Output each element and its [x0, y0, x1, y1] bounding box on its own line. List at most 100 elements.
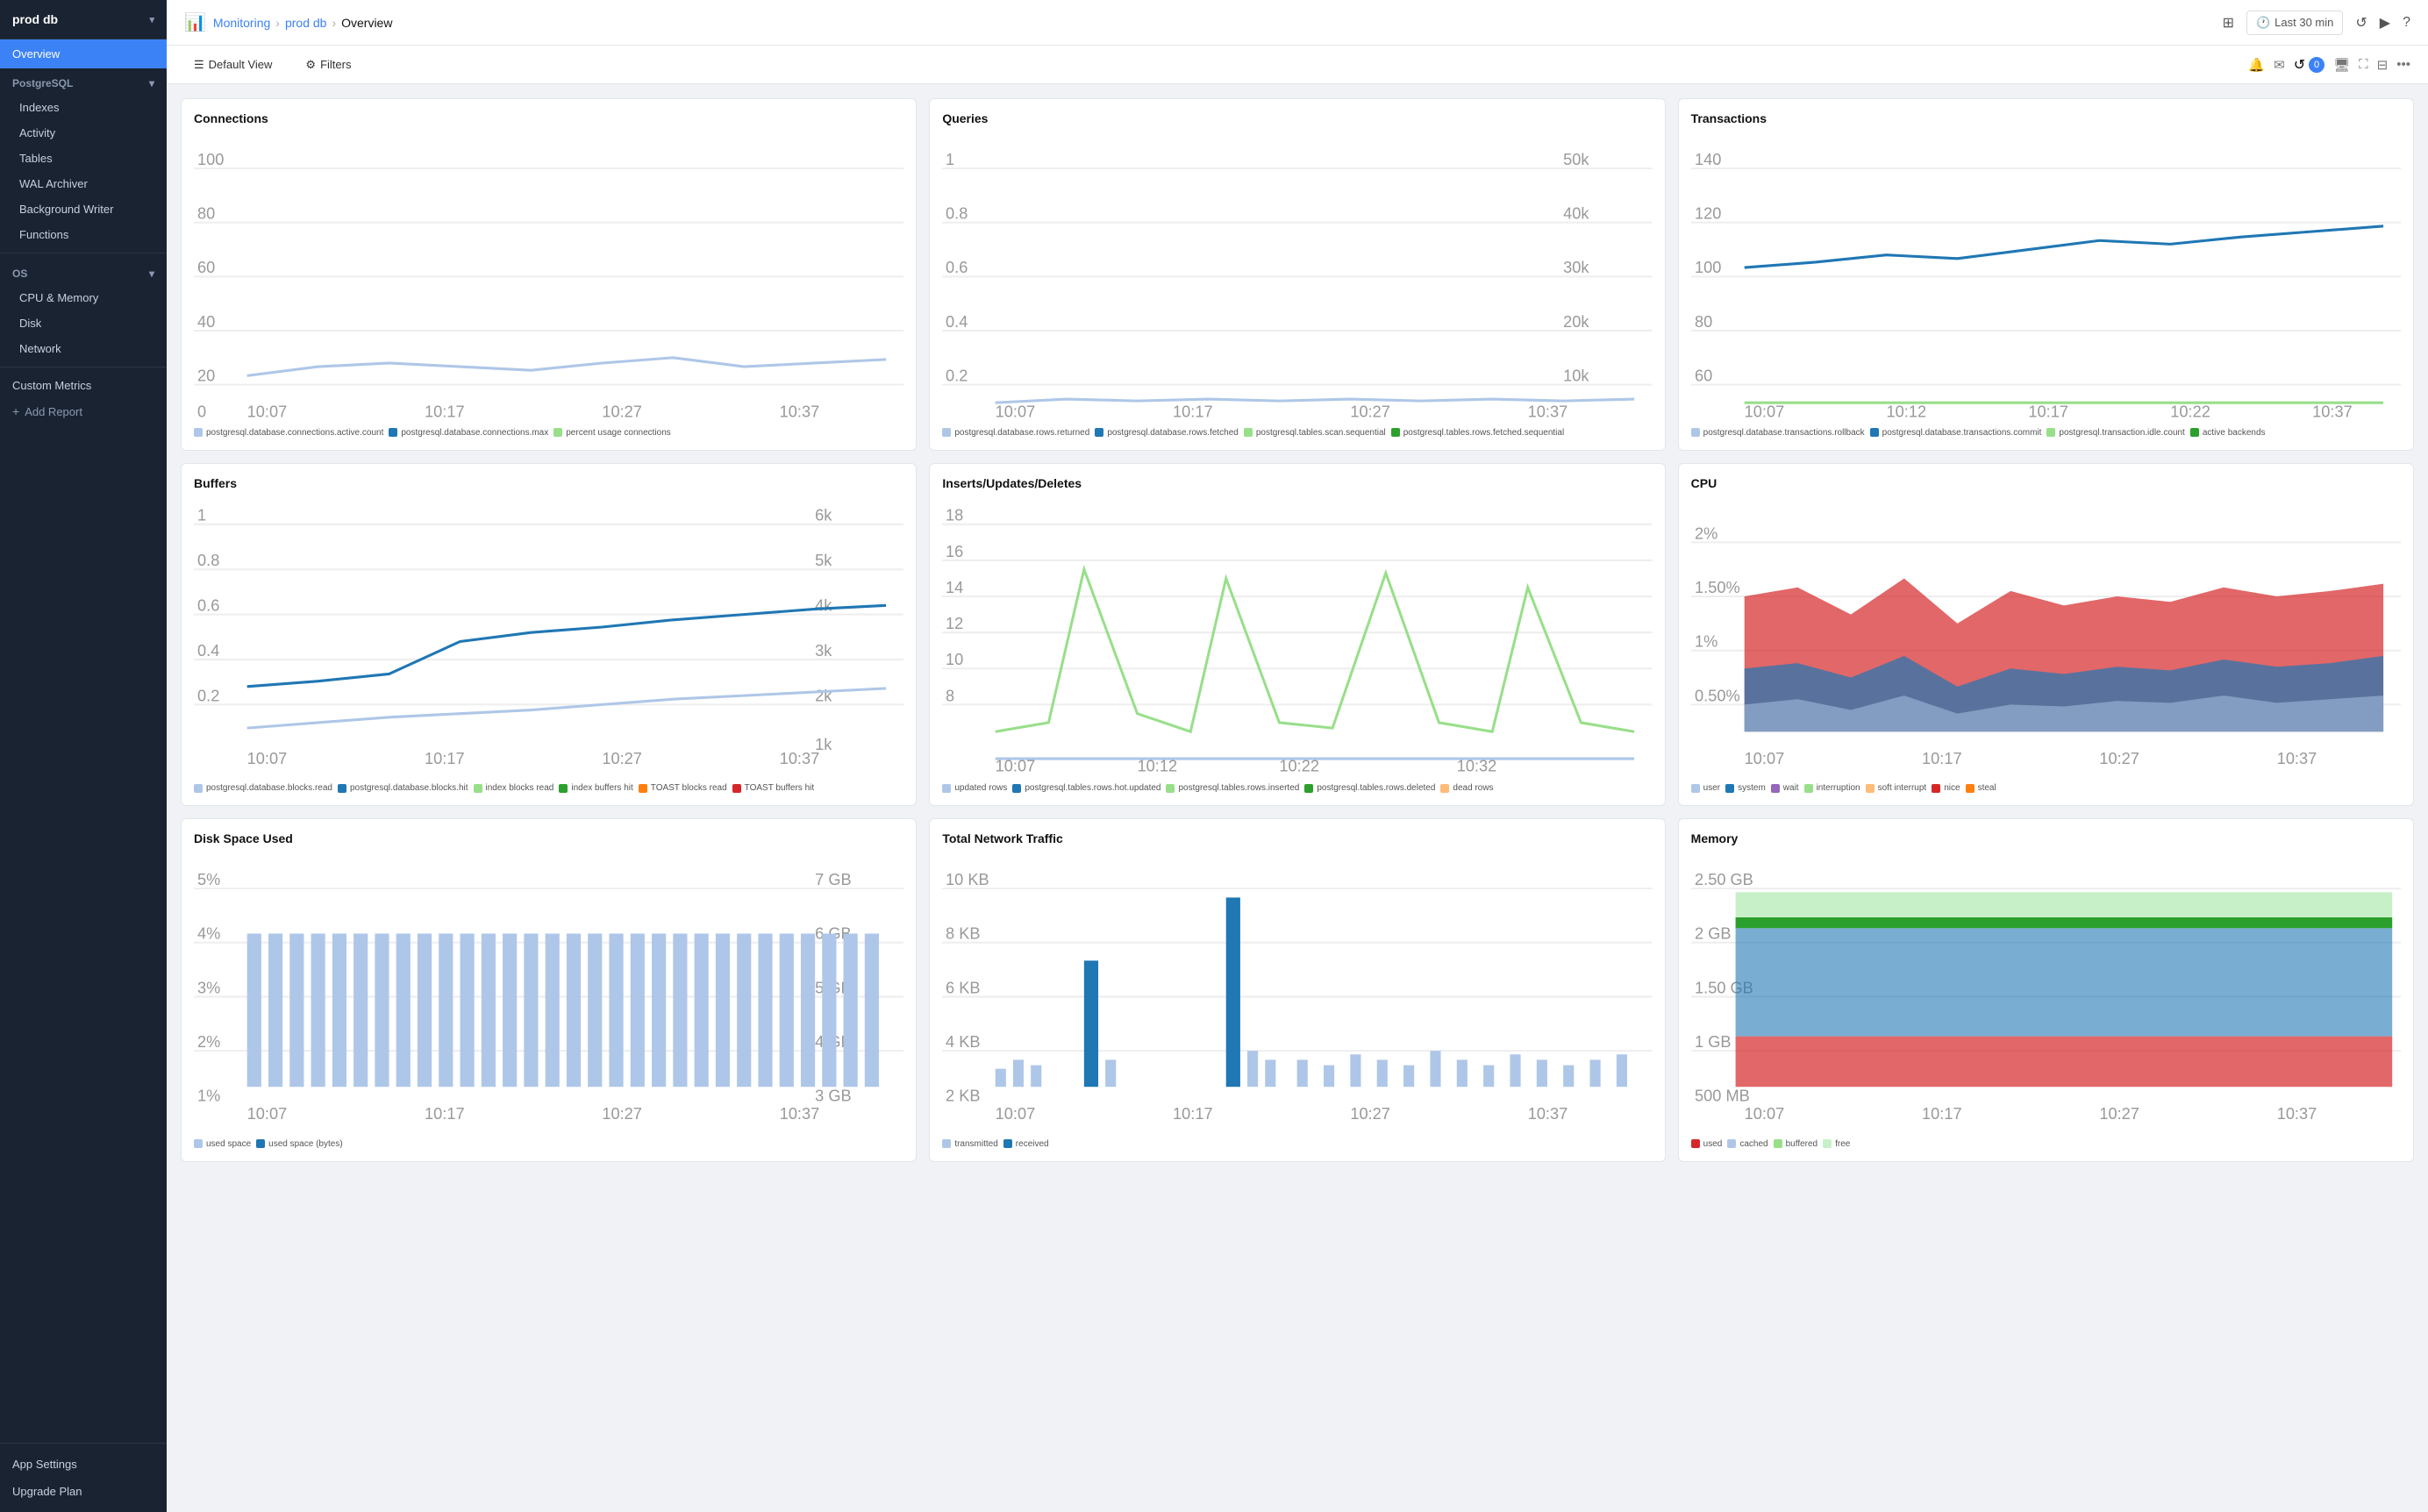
svg-text:8 KB: 8 KB — [946, 924, 980, 943]
svg-text:18: 18 — [946, 505, 963, 524]
sidebar-item-custom-metrics[interactable]: Custom Metrics — [0, 373, 167, 398]
svg-text:2%: 2% — [197, 1032, 220, 1051]
svg-text:10:37: 10:37 — [780, 749, 820, 767]
svg-text:3 GB: 3 GB — [815, 1087, 851, 1105]
refresh-small-icon[interactable]: ↺ — [2294, 56, 2305, 74]
svg-text:10 KB: 10 KB — [946, 870, 989, 888]
charts-grid: Connections 100 80 60 40 20 — [181, 98, 2414, 1162]
svg-text:10:27: 10:27 — [602, 749, 642, 767]
svg-text:10: 10 — [946, 650, 963, 668]
time-range-selector[interactable]: 🕐 Last 30 min — [2246, 11, 2343, 35]
layout-icon[interactable]: ⊟ — [2377, 57, 2389, 73]
svg-text:10:37: 10:37 — [2312, 402, 2353, 420]
breadcrumb-db[interactable]: prod db — [285, 16, 326, 30]
topbar-right: ⊞ 🕐 Last 30 min ↺ ▶ ? — [2223, 11, 2410, 35]
chart-inserts-title: Inserts/Updates/Deletes — [942, 476, 1652, 490]
svg-text:10:37: 10:37 — [2276, 749, 2317, 767]
svg-text:7 GB: 7 GB — [815, 870, 851, 888]
chart-inserts-legend: updated rows postgresql.tables.rows.hot.… — [942, 783, 1652, 793]
svg-text:10:12: 10:12 — [1138, 756, 1178, 774]
sidebar-item-cpu-memory[interactable]: CPU & Memory — [0, 285, 167, 310]
sidebar-os-section[interactable]: OS ▾ — [0, 259, 167, 285]
chart-connections-legend: postgresql.database.connections.active.c… — [194, 428, 903, 438]
svg-text:40k: 40k — [1563, 203, 1589, 222]
refresh-icon[interactable]: ↺ — [2355, 14, 2367, 32]
help-icon[interactable]: ? — [2403, 15, 2410, 31]
sidebar-postgresql-section[interactable]: PostgreSQL ▾ — [0, 68, 167, 95]
play-icon[interactable]: ▶ — [2380, 14, 2390, 32]
chart-transactions-area: 140 120 100 80 60 10:07 10:12 10:17 10:2… — [1691, 132, 2401, 421]
monitor-icon[interactable]: 🖥 — [2333, 57, 2350, 73]
svg-text:100: 100 — [197, 150, 224, 168]
sidebar-item-functions[interactable]: Functions — [0, 222, 167, 247]
sidebar-add-report-button[interactable]: + Add Report — [0, 398, 167, 424]
topbar-left: 📊 Monitoring › prod db › Overview — [184, 11, 392, 33]
sidebar-item-tables[interactable]: Tables — [0, 146, 167, 171]
breadcrumb: Monitoring › prod db › Overview — [213, 16, 393, 30]
svg-text:8: 8 — [946, 686, 954, 704]
svg-text:10:17: 10:17 — [1173, 402, 1213, 420]
sidebar-db-name: prod db — [12, 12, 58, 26]
grid-icon[interactable]: ⊞ — [2223, 14, 2234, 32]
chevron-down-icon-os: ▾ — [149, 267, 154, 280]
bell-icon[interactable]: 🔔 — [2248, 57, 2265, 73]
svg-text:10k: 10k — [1563, 366, 1589, 384]
chart-network: Total Network Traffic 10 KB 8 KB 6 KB 4 … — [929, 818, 1665, 1162]
toolbar-left: ☰ Default View ⚙ Filters — [184, 53, 361, 77]
sidebar-item-app-settings[interactable]: App Settings — [0, 1451, 167, 1478]
notification-badge[interactable]: 0 — [2309, 57, 2324, 73]
svg-text:10:37: 10:37 — [1528, 402, 1568, 420]
svg-text:1.50%: 1.50% — [1695, 578, 1740, 596]
svg-text:1%: 1% — [1695, 631, 1717, 650]
chart-cpu-title: CPU — [1691, 476, 2401, 490]
svg-text:6k: 6k — [815, 505, 832, 524]
svg-text:120: 120 — [1695, 203, 1721, 222]
svg-text:4k: 4k — [815, 596, 832, 614]
svg-text:0.50%: 0.50% — [1695, 686, 1740, 704]
svg-text:10:17: 10:17 — [1173, 1104, 1213, 1123]
svg-text:0.4: 0.4 — [197, 640, 219, 659]
svg-text:10:27: 10:27 — [2099, 1104, 2139, 1123]
sidebar-item-background-writer[interactable]: Background Writer — [0, 196, 167, 222]
filter-icon: ⚙ — [305, 58, 316, 72]
chart-queries: Queries 1 0.8 0.6 0.4 0.2 50k 4 — [929, 98, 1665, 451]
chart-memory-legend: used cached buffered free — [1691, 1139, 2401, 1149]
svg-text:60: 60 — [1695, 366, 1712, 384]
svg-text:80: 80 — [1695, 312, 1712, 331]
sidebar-item-upgrade-plan[interactable]: Upgrade Plan — [0, 1478, 167, 1505]
chart-queries-legend: postgresql.database.rows.returned postgr… — [942, 428, 1652, 438]
sidebar-db-header[interactable]: prod db ▾ — [0, 0, 167, 39]
svg-text:10:22: 10:22 — [2170, 402, 2210, 420]
sidebar-item-indexes[interactable]: Indexes — [0, 95, 167, 120]
breadcrumb-arrow-1: › — [275, 16, 280, 30]
svg-text:0: 0 — [197, 402, 206, 420]
default-view-button[interactable]: ☰ Default View — [184, 53, 282, 77]
chevron-down-icon: ▾ — [149, 77, 154, 89]
sidebar-bottom: App Settings Upgrade Plan — [0, 1443, 167, 1512]
breadcrumb-monitoring[interactable]: Monitoring — [213, 16, 270, 30]
svg-text:500 MB: 500 MB — [1695, 1087, 1750, 1105]
svg-text:2k: 2k — [815, 686, 832, 704]
svg-text:10:12: 10:12 — [1886, 402, 1926, 420]
sidebar-chevron-icon[interactable]: ▾ — [149, 14, 154, 25]
mail-icon[interactable]: ✉ — [2274, 57, 2285, 73]
chart-network-area: 10 KB 8 KB 6 KB 4 KB 2 KB — [942, 852, 1652, 1132]
more-icon[interactable]: ••• — [2396, 57, 2410, 72]
svg-text:10:17: 10:17 — [2028, 402, 2068, 420]
svg-text:2 KB: 2 KB — [946, 1087, 980, 1105]
svg-text:4 KB: 4 KB — [946, 1032, 980, 1051]
chart-inserts: Inserts/Updates/Deletes 18 16 14 12 10 — [929, 463, 1665, 807]
toolbar-right: 🔔 ✉ ↺ 0 🖥 ⛶ ⊟ ••• — [2248, 56, 2410, 74]
sidebar-item-disk[interactable]: Disk — [0, 310, 167, 336]
svg-text:10:22: 10:22 — [1280, 756, 1320, 774]
sidebar-item-network[interactable]: Network — [0, 336, 167, 361]
sidebar-item-wal-archiver[interactable]: WAL Archiver — [0, 171, 167, 196]
sidebar-item-overview[interactable]: Overview — [0, 39, 167, 68]
svg-text:10:27: 10:27 — [1351, 1104, 1391, 1123]
expand-icon[interactable]: ⛶ — [2359, 57, 2368, 72]
filters-button[interactable]: ⚙ Filters — [296, 53, 361, 77]
chart-buffers: Buffers 1 0.8 0.6 0.4 0.2 6k 5k — [181, 463, 917, 807]
svg-text:2.50 GB: 2.50 GB — [1695, 870, 1753, 888]
svg-text:10:07: 10:07 — [247, 1104, 288, 1123]
sidebar-item-activity[interactable]: Activity — [0, 120, 167, 146]
